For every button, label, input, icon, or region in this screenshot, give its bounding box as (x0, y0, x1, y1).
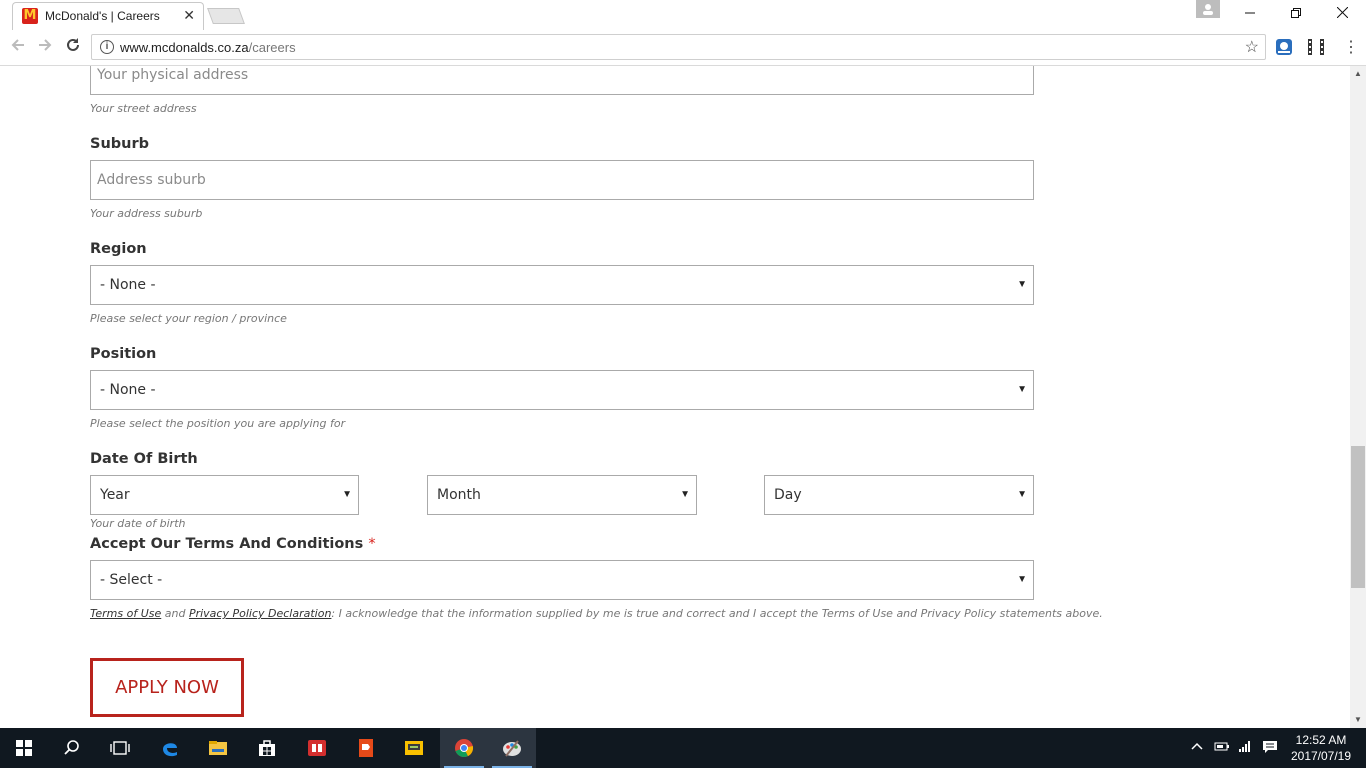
physical-address-help: Your street address (90, 102, 197, 115)
forward-arrow-icon (39, 39, 52, 51)
dropdown-caret-icon: ▼ (342, 489, 352, 500)
notifications-icon[interactable] (1262, 740, 1278, 757)
scroll-thumb[interactable] (1351, 446, 1365, 588)
scroll-down-arrow-icon[interactable]: ▼ (1350, 712, 1366, 728)
minimize-icon (1245, 12, 1255, 14)
dob-day-value: Day (774, 487, 802, 503)
dropdown-caret-icon: ▼ (680, 489, 690, 500)
windows-start-icon[interactable] (0, 728, 48, 768)
url-text: www.mcdonalds.co.za/careers (120, 40, 296, 55)
suburb-input[interactable]: Address suburb (90, 160, 1034, 200)
dob-year-select[interactable]: Year ▼ (90, 475, 359, 515)
privacy-policy-link[interactable]: Privacy Policy Declaration (189, 607, 331, 620)
physical-address-input[interactable]: Your physical address (90, 66, 1034, 95)
dob-day-select[interactable]: Day ▼ (764, 475, 1034, 515)
app-orange-icon[interactable] (342, 728, 390, 768)
physical-address-placeholder: Your physical address (97, 67, 249, 83)
position-value: - None - (100, 382, 156, 398)
terms-label: Accept Our Terms And Conditions * (90, 536, 376, 552)
terms-value: - Select - (100, 572, 163, 588)
terms-help: Terms of Use and Privacy Policy Declarat… (90, 607, 1103, 620)
clock-time: 12:52 AM (1295, 733, 1347, 747)
mcdonalds-logo-icon: M (22, 8, 38, 24)
reload-button[interactable] (62, 37, 84, 59)
browser-menu-icon[interactable]: ⋮ (1341, 38, 1361, 58)
scroll-up-arrow-icon[interactable]: ▲ (1350, 66, 1366, 82)
system-clock[interactable]: 12:52 AM 2017/07/19 (1286, 732, 1356, 764)
suburb-label: Suburb (90, 136, 149, 152)
terms-of-use-link[interactable]: Terms of Use (90, 607, 161, 620)
battery-icon[interactable] (1214, 740, 1230, 755)
store-icon[interactable] (243, 728, 291, 768)
file-explorer-icon[interactable] (194, 728, 242, 768)
suburb-placeholder: Address suburb (97, 172, 206, 188)
back-button[interactable] (7, 37, 29, 59)
region-select[interactable]: - None - ▼ (90, 265, 1034, 305)
dob-month-select[interactable]: Month ▼ (427, 475, 697, 515)
restore-button[interactable] (1273, 0, 1319, 28)
page-scrollbar[interactable]: ▲ ▼ (1350, 66, 1366, 728)
windows-taskbar: 12:52 AM 2017/07/19 (0, 728, 1366, 768)
browser-tab[interactable]: M McDonald's | Careers ✕ (12, 2, 204, 30)
close-window-button[interactable] (1319, 0, 1365, 28)
new-tab-button[interactable] (207, 8, 245, 24)
region-help: Please select your region / province (90, 312, 287, 325)
film-extension-icon[interactable] (1307, 38, 1325, 56)
region-value: - None - (100, 277, 156, 293)
dob-label: Date Of Birth (90, 451, 198, 467)
dob-month-value: Month (437, 487, 481, 503)
info-icon[interactable]: i (100, 40, 114, 54)
paint-icon[interactable] (488, 728, 536, 768)
app-yellow-icon[interactable] (390, 728, 438, 768)
dob-help: Your date of birth (90, 517, 186, 530)
reload-icon (67, 38, 79, 51)
app-red-icon[interactable] (293, 728, 341, 768)
show-hidden-icons-icon[interactable] (1191, 740, 1203, 755)
search-icon[interactable] (48, 728, 96, 768)
dropdown-caret-icon: ▼ (1017, 489, 1027, 500)
network-signal-icon[interactable] (1238, 740, 1252, 755)
region-label: Region (90, 241, 147, 257)
tab-title: McDonald's | Careers (45, 9, 160, 23)
address-bar[interactable]: i www.mcdonalds.co.za/careers ☆ (91, 34, 1266, 60)
forward-button[interactable] (34, 37, 56, 59)
dropdown-caret-icon: ▼ (1017, 384, 1027, 395)
browser-titlebar: M McDonald's | Careers ✕ (0, 0, 1366, 30)
dropdown-caret-icon: ▼ (1017, 279, 1027, 290)
position-label: Position (90, 346, 157, 362)
position-help: Please select the position you are apply… (90, 417, 346, 430)
bookmark-star-icon[interactable]: ☆ (1245, 37, 1259, 57)
task-view-icon[interactable] (96, 728, 144, 768)
profile-icon[interactable] (1196, 0, 1220, 18)
chrome-icon[interactable] (440, 728, 488, 768)
minimize-button[interactable] (1227, 0, 1273, 28)
terms-select[interactable]: - Select - ▼ (90, 560, 1034, 600)
suburb-help: Your address suburb (90, 207, 203, 220)
dropdown-caret-icon: ▼ (1017, 574, 1027, 585)
browser-toolbar: i www.mcdonalds.co.za/careers ☆ ⋮ (0, 30, 1366, 66)
dob-year-value: Year (100, 487, 130, 503)
restore-icon (1291, 8, 1301, 18)
edge-icon[interactable] (146, 728, 194, 768)
apply-now-button[interactable]: APPLY NOW (90, 658, 244, 717)
page-content: Your physical address Your street addres… (0, 66, 1350, 728)
extension-icon[interactable] (1275, 38, 1293, 56)
position-select[interactable]: - None - ▼ (90, 370, 1034, 410)
back-arrow-icon (11, 39, 24, 51)
close-icon (1336, 6, 1348, 19)
required-marker: * (368, 536, 376, 552)
clock-date: 2017/07/19 (1290, 749, 1352, 763)
tab-close-icon[interactable]: ✕ (183, 7, 195, 24)
